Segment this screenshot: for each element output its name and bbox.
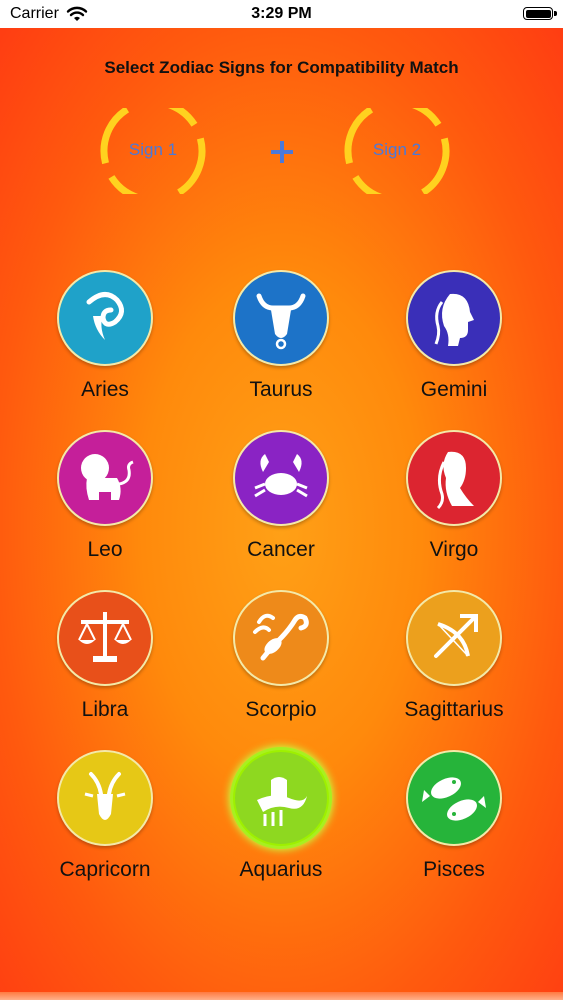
aquarius-button[interactable] <box>233 750 329 846</box>
page-title: Select Zodiac Signs for Compatibility Ma… <box>104 58 459 77</box>
sign-aries[interactable]: Aries <box>35 270 175 410</box>
capricorn-button[interactable] <box>57 750 153 846</box>
battery-icon <box>523 7 557 20</box>
scales-icon <box>78 612 132 662</box>
sign-name: Sagittarius <box>404 698 504 721</box>
sign-name: Libra <box>81 698 129 721</box>
sign2-slot[interactable]: Sign 2 <box>343 108 451 194</box>
sign-name: Scorpio <box>245 698 317 721</box>
libra-button[interactable] <box>57 590 153 686</box>
water-bearer-icon <box>257 777 307 826</box>
sagittarius-button[interactable] <box>406 590 502 686</box>
gemini-button[interactable] <box>406 270 502 366</box>
sign-leo[interactable]: Leo <box>35 430 175 570</box>
sign-name: Taurus <box>249 378 313 401</box>
sign-name: Pisces <box>423 858 485 881</box>
pisces-button[interactable] <box>406 750 502 846</box>
sign-virgo[interactable]: Virgo <box>384 430 524 570</box>
main-content: Select Zodiac Signs for Compatibility Ma… <box>0 28 563 992</box>
bull-icon <box>256 293 306 350</box>
taurus-button[interactable] <box>233 270 329 366</box>
sign2-label: Sign 2 <box>372 140 422 159</box>
status-time: 3:29 PM <box>251 5 312 22</box>
sign-gemini[interactable]: Gemini <box>384 270 524 410</box>
sign-name: Capricorn <box>59 858 151 881</box>
aries-button[interactable] <box>57 270 153 366</box>
sign-sagittarius[interactable]: Sagittarius <box>384 590 524 730</box>
sign-cancer[interactable]: Cancer <box>211 430 351 570</box>
sign-scorpio[interactable]: Scorpio <box>211 590 351 730</box>
twins-icon <box>434 293 474 346</box>
leo-button[interactable] <box>57 430 153 526</box>
sign1-label: Sign 1 <box>128 140 178 159</box>
cancer-button[interactable] <box>233 430 329 526</box>
sign-name: Aries <box>81 378 129 401</box>
ram-icon <box>86 292 124 340</box>
scorpion-icon <box>253 613 309 661</box>
sign1-slot[interactable]: Sign 1 <box>99 108 207 194</box>
sign-name: Virgo <box>429 538 479 561</box>
sign-taurus[interactable]: Taurus <box>211 270 351 410</box>
sign-name: Gemini <box>420 378 488 401</box>
sign-capricorn[interactable]: Capricorn <box>35 750 175 890</box>
goat-icon <box>84 772 126 820</box>
crab-icon <box>254 454 308 498</box>
sign-libra[interactable]: Libra <box>35 590 175 730</box>
status-bar: Carrier 3:29 PM <box>0 0 563 28</box>
plus-icon <box>271 141 293 163</box>
virgo-button[interactable] <box>406 430 502 526</box>
sign-name: Leo <box>87 538 123 561</box>
sign-name: Aquarius <box>239 858 323 881</box>
archer-icon <box>434 614 478 658</box>
lion-icon <box>81 454 134 500</box>
sign-name: Cancer <box>247 538 315 561</box>
maiden-icon <box>436 451 474 510</box>
scorpio-button[interactable] <box>233 590 329 686</box>
fish-icon <box>422 777 486 821</box>
bottom-bar <box>0 992 563 1000</box>
sign-pisces[interactable]: Pisces <box>384 750 524 890</box>
sign-aquarius[interactable]: Aquarius <box>211 750 351 890</box>
